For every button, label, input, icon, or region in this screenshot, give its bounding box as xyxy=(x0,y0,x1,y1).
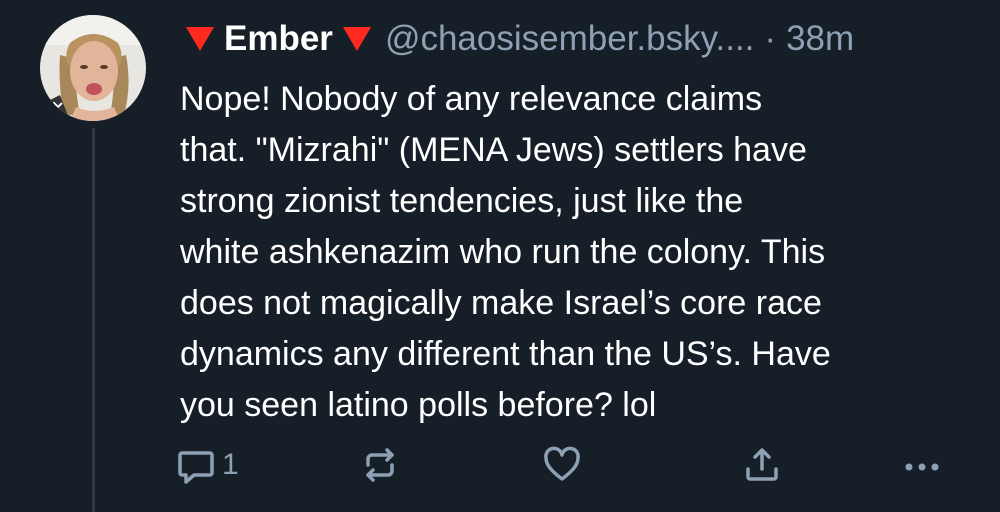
post: Ember @chaosisember.bsky.... · 38m Nope!… xyxy=(0,0,1000,512)
more-button[interactable] xyxy=(902,440,942,490)
post-actions: 1 xyxy=(176,440,966,490)
repost-button[interactable] xyxy=(360,440,400,490)
handle[interactable]: @chaosisember.bsky.... xyxy=(385,19,754,59)
post-text: Nope! Nobody of any relevance claims tha… xyxy=(180,80,831,424)
timestamp[interactable]: 38m xyxy=(786,19,854,59)
display-name[interactable]: Ember xyxy=(224,19,333,59)
reply-icon xyxy=(178,451,214,484)
separator: · xyxy=(764,19,777,58)
like-button[interactable] xyxy=(542,440,582,490)
heart-icon xyxy=(544,446,580,481)
red-triangle-icon xyxy=(186,27,214,51)
red-triangle-icon xyxy=(342,27,371,51)
share-button[interactable] xyxy=(742,440,782,490)
reply-count: 1 xyxy=(222,448,239,481)
share-icon xyxy=(746,448,778,481)
post-header: Ember @chaosisember.bsky.... · 38m xyxy=(186,14,854,64)
avatar[interactable] xyxy=(40,15,146,121)
repost-icon xyxy=(366,448,394,482)
more-icon xyxy=(905,463,939,471)
reply-button[interactable]: 1 xyxy=(176,440,239,490)
avatar-image xyxy=(40,15,146,121)
thread-line xyxy=(92,128,95,512)
